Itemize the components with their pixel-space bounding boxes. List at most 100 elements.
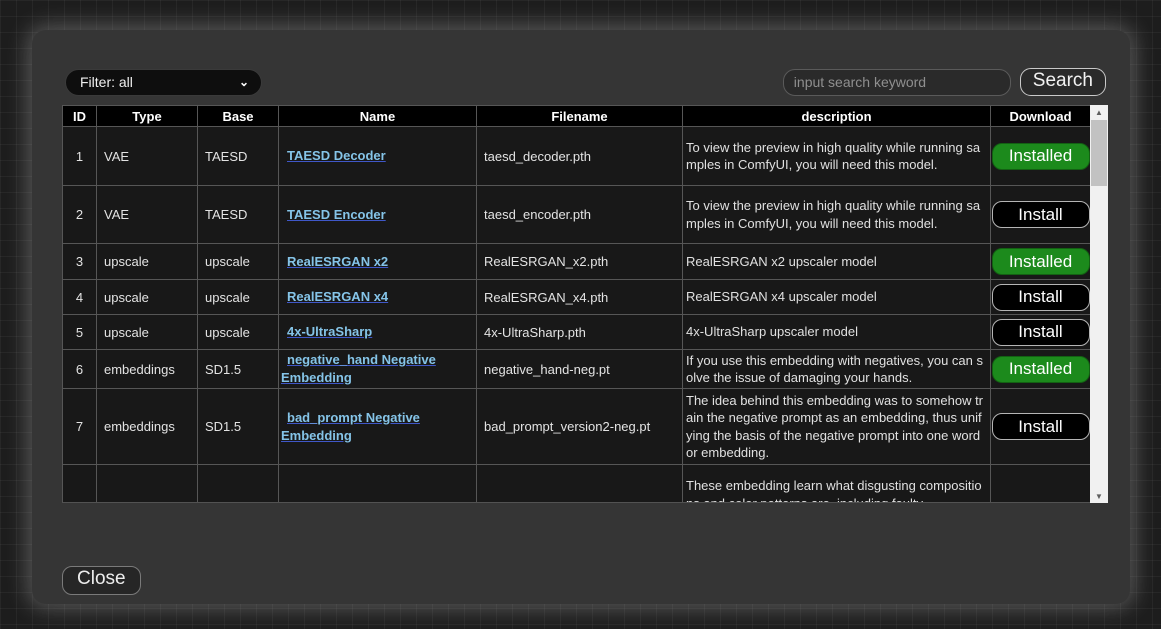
cell-id: 1 bbox=[63, 127, 97, 186]
chevron-down-icon: ⌄ bbox=[239, 75, 249, 89]
cell-name: TAESD Encoder bbox=[279, 186, 477, 244]
filter-select[interactable]: Filter: all ⌄ bbox=[65, 69, 262, 96]
cell-description: To view the preview in high quality whil… bbox=[683, 186, 991, 244]
install-button[interactable]: Installed bbox=[992, 356, 1090, 383]
cell-base: upscale bbox=[198, 280, 279, 315]
table-row: 5 upscale upscale 4x-UltraSharp 4x-Ultra… bbox=[63, 315, 1091, 350]
cell-name: RealESRGAN x2 bbox=[279, 244, 477, 280]
install-button[interactable]: Installed bbox=[992, 143, 1090, 170]
cell-filename: taesd_decoder.pth bbox=[477, 127, 683, 186]
cell-id: 7 bbox=[63, 389, 97, 465]
model-name-link[interactable]: RealESRGAN x2 bbox=[287, 254, 388, 269]
cell-name: TAESD Decoder bbox=[279, 127, 477, 186]
column-header-name: Name bbox=[279, 106, 477, 127]
install-button[interactable]: Installed bbox=[992, 248, 1090, 275]
cell-description: 4x-UltraSharp upscaler model bbox=[683, 315, 991, 350]
model-name-link[interactable]: 4x-UltraSharp bbox=[287, 324, 372, 339]
cell-download bbox=[991, 465, 1091, 504]
cell-type: upscale bbox=[97, 244, 198, 280]
cell-type bbox=[97, 465, 198, 504]
search-group: Search bbox=[783, 68, 1106, 97]
cell-base: upscale bbox=[198, 244, 279, 280]
cell-type: embeddings bbox=[97, 350, 198, 389]
cell-description: These embedding learn what disgusting co… bbox=[683, 465, 991, 504]
cell-filename: taesd_encoder.pth bbox=[477, 186, 683, 244]
model-name-link[interactable]: TAESD Encoder bbox=[287, 207, 386, 222]
cell-description: The idea behind this embedding was to so… bbox=[683, 389, 991, 465]
cell-download: Installed bbox=[991, 350, 1091, 389]
column-header-id: ID bbox=[63, 106, 97, 127]
table-scrollbar[interactable]: ▲ ▼ bbox=[1090, 105, 1108, 503]
column-header-type: Type bbox=[97, 106, 198, 127]
cell-base: TAESD bbox=[198, 127, 279, 186]
cell-id: 3 bbox=[63, 244, 97, 280]
column-header-filename: Filename bbox=[477, 106, 683, 127]
cell-name: bad_prompt Negative Embedding bbox=[279, 389, 477, 465]
cell-type: VAE bbox=[97, 127, 198, 186]
scroll-down-icon[interactable]: ▼ bbox=[1090, 489, 1108, 503]
cell-base: upscale bbox=[198, 315, 279, 350]
cell-type: upscale bbox=[97, 280, 198, 315]
install-button[interactable]: Install bbox=[992, 201, 1090, 228]
column-header-download: Download bbox=[991, 106, 1091, 127]
cell-type: embeddings bbox=[97, 389, 198, 465]
scrollbar-thumb[interactable] bbox=[1091, 120, 1107, 186]
cell-id: 4 bbox=[63, 280, 97, 315]
cell-id bbox=[63, 465, 97, 504]
cell-description: To view the preview in high quality whil… bbox=[683, 127, 991, 186]
model-table-container: ID Type Base Name Filename description D… bbox=[62, 105, 1108, 503]
cell-filename: negative_hand-neg.pt bbox=[477, 350, 683, 389]
model-name-link[interactable]: negative_hand Negative Embedding bbox=[281, 352, 436, 385]
filter-select-label: Filter: all bbox=[80, 74, 133, 90]
model-table: ID Type Base Name Filename description D… bbox=[62, 105, 1090, 503]
cell-base: TAESD bbox=[198, 186, 279, 244]
cell-description: RealESRGAN x4 upscaler model bbox=[683, 280, 991, 315]
column-header-description: description bbox=[683, 106, 991, 127]
cell-description: If you use this embedding with negatives… bbox=[683, 350, 991, 389]
cell-type: upscale bbox=[97, 315, 198, 350]
search-button[interactable]: Search bbox=[1020, 68, 1106, 97]
cell-filename: RealESRGAN_x2.pth bbox=[477, 244, 683, 280]
cell-base bbox=[198, 465, 279, 504]
cell-name bbox=[279, 465, 477, 504]
table-row: 3 upscale upscale RealESRGAN x2 RealESRG… bbox=[63, 244, 1091, 280]
cell-download: Install bbox=[991, 389, 1091, 465]
cell-download: Installed bbox=[991, 127, 1091, 186]
table-row: These embedding learn what disgusting co… bbox=[63, 465, 1091, 504]
cell-id: 5 bbox=[63, 315, 97, 350]
scroll-up-icon[interactable]: ▲ bbox=[1090, 105, 1108, 119]
cell-name: RealESRGAN x4 bbox=[279, 280, 477, 315]
cell-filename: bad_prompt_version2-neg.pt bbox=[477, 389, 683, 465]
search-input[interactable] bbox=[783, 69, 1011, 96]
table-row: 7 embeddings SD1.5 bad_prompt Negative E… bbox=[63, 389, 1091, 465]
cell-download: Install bbox=[991, 315, 1091, 350]
close-button[interactable]: Close bbox=[62, 566, 141, 595]
table-row: 4 upscale upscale RealESRGAN x4 RealESRG… bbox=[63, 280, 1091, 315]
cell-filename: RealESRGAN_x4.pth bbox=[477, 280, 683, 315]
canvas-background: { "colors": { "installed_green": "#1c8a1… bbox=[0, 0, 1161, 629]
install-button[interactable]: Install bbox=[992, 284, 1090, 311]
table-row: 1 VAE TAESD TAESD Decoder taesd_decoder.… bbox=[63, 127, 1091, 186]
dialog-footer: Close bbox=[62, 566, 1130, 595]
cell-download: Install bbox=[991, 186, 1091, 244]
cell-name: negative_hand Negative Embedding bbox=[279, 350, 477, 389]
header-row: ID Type Base Name Filename description D… bbox=[63, 106, 1091, 127]
cell-description: RealESRGAN x2 upscaler model bbox=[683, 244, 991, 280]
cell-base: SD1.5 bbox=[198, 389, 279, 465]
cell-id: 2 bbox=[63, 186, 97, 244]
column-header-base: Base bbox=[198, 106, 279, 127]
table-row: 2 VAE TAESD TAESD Encoder taesd_encoder.… bbox=[63, 186, 1091, 244]
model-name-link[interactable]: RealESRGAN x4 bbox=[287, 289, 388, 304]
cell-name: 4x-UltraSharp bbox=[279, 315, 477, 350]
table-row: 6 embeddings SD1.5 negative_hand Negativ… bbox=[63, 350, 1091, 389]
cell-download: Install bbox=[991, 280, 1091, 315]
model-name-link[interactable]: TAESD Decoder bbox=[287, 148, 386, 163]
cell-filename bbox=[477, 465, 683, 504]
install-button[interactable]: Install bbox=[992, 319, 1090, 346]
model-table-clip: ID Type Base Name Filename description D… bbox=[62, 105, 1090, 503]
cell-type: VAE bbox=[97, 186, 198, 244]
cell-base: SD1.5 bbox=[198, 350, 279, 389]
cell-id: 6 bbox=[63, 350, 97, 389]
install-button[interactable]: Install bbox=[992, 413, 1090, 440]
model-name-link[interactable]: bad_prompt Negative Embedding bbox=[281, 410, 420, 443]
